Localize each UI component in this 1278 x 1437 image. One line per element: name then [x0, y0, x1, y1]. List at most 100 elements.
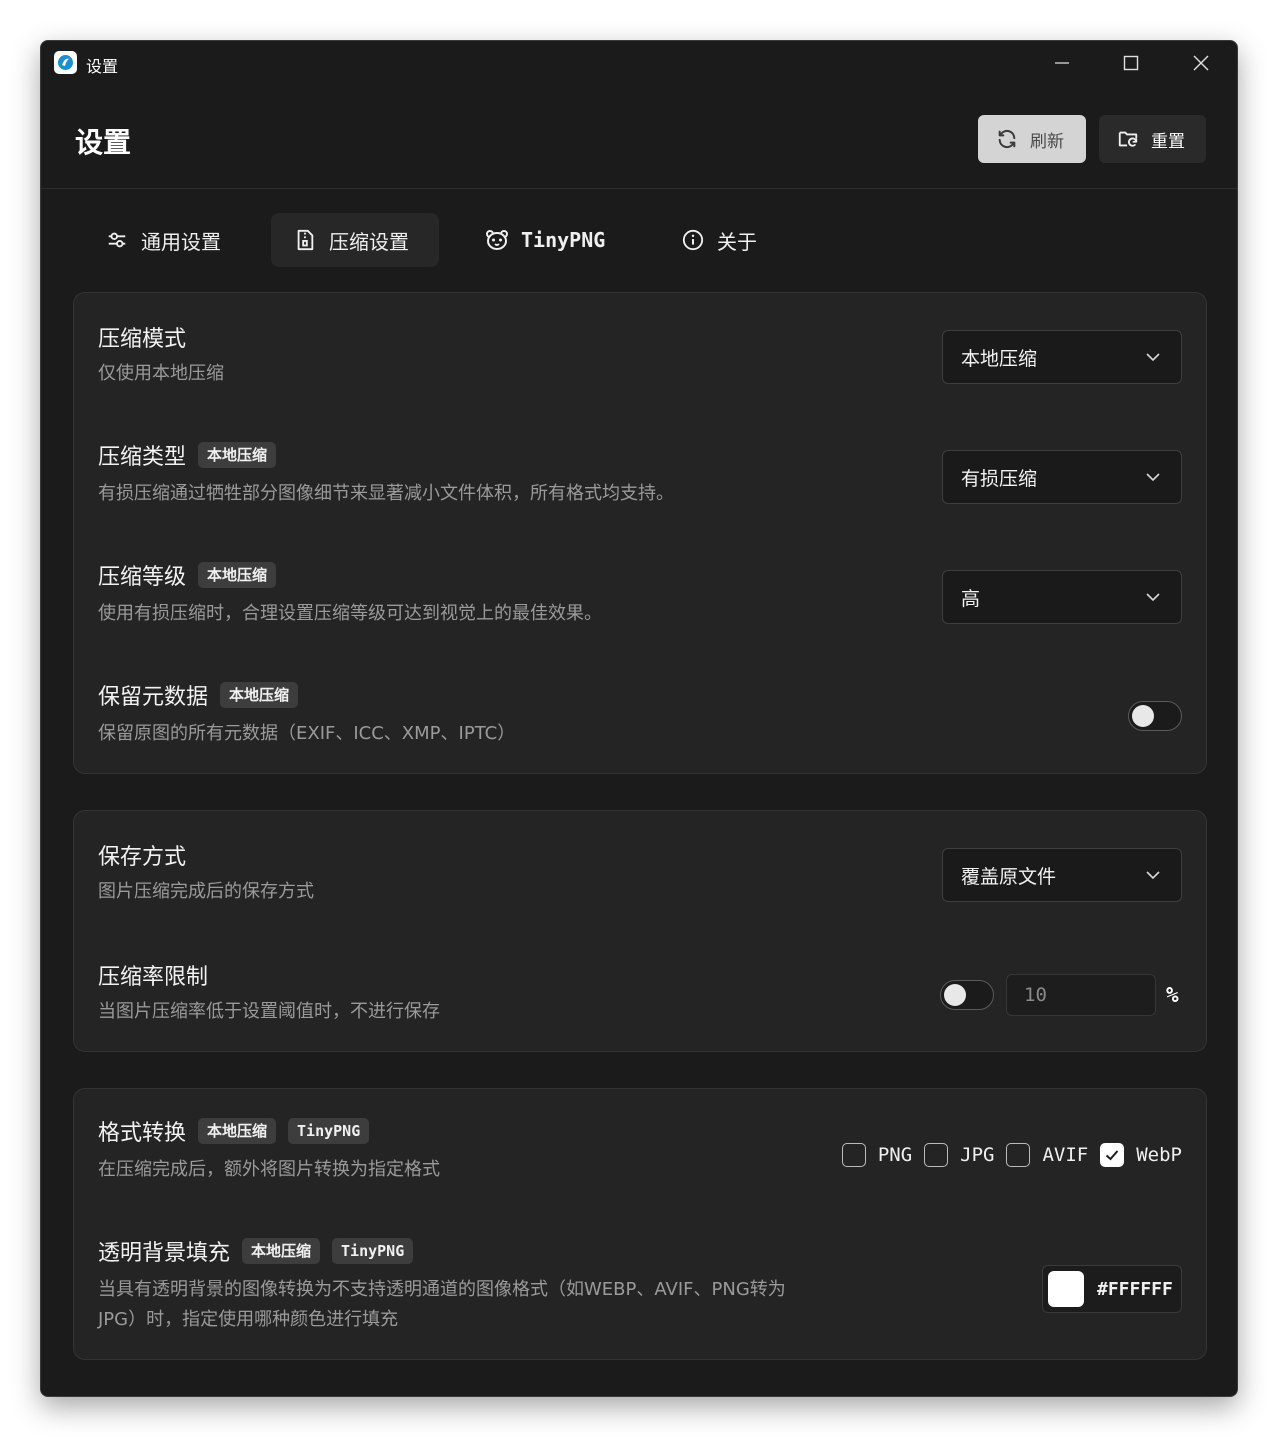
setting-row-metadata: 保留元数据 本地压缩 保留原图的所有元数据（EXIF、ICC、XMP、IPTC）: [74, 653, 1206, 773]
compression-type-select[interactable]: 有损压缩: [942, 450, 1182, 504]
badge-local: 本地压缩: [198, 1118, 277, 1144]
maximize-button[interactable]: [1097, 41, 1165, 85]
row-title: 保存方式: [98, 839, 186, 871]
reset-label: 重置: [1151, 131, 1185, 152]
row-title-text: 保存方式: [98, 845, 187, 870]
app-logo-icon: [54, 51, 77, 74]
folder-reset-icon: [1118, 131, 1138, 147]
row-title: 压缩模式: [98, 321, 186, 353]
checkbox-label: PNG: [877, 1144, 913, 1166]
row-desc: 在压缩完成后，额外将图片转换为指定格式: [98, 1159, 440, 1180]
checkbox-webp[interactable]: WebP: [1100, 1143, 1182, 1167]
checkbox-avif[interactable]: AVIF: [1006, 1143, 1088, 1167]
setting-row-ratio-limit: 压缩率限制 当图片压缩率低于设置阈值时，不进行保存 10 %: [74, 931, 1206, 1051]
setting-row-mode: 压缩模式 仅使用本地压缩 本地压缩: [74, 293, 1206, 413]
tab-bar: 通用设置 压缩设置 TinyPNG 关于: [41, 213, 1237, 267]
checkbox-box: [1006, 1143, 1031, 1167]
compression-level-select[interactable]: 高: [942, 570, 1182, 624]
row-title-text: 压缩模式: [98, 327, 187, 352]
tab-general[interactable]: 通用设置: [93, 213, 243, 267]
setting-row-save-method: 保存方式 图片压缩完成后的保存方式 覆盖原文件: [74, 811, 1206, 931]
row-title: 格式转换 本地压缩 TinyPNG: [98, 1115, 370, 1147]
color-hex-value: #FFFFFF: [1097, 1278, 1173, 1300]
row-title: 压缩等级 本地压缩: [98, 559, 277, 591]
checkmark-icon: [1106, 1150, 1119, 1161]
save-card: 保存方式 图片压缩完成后的保存方式 覆盖原文件 压缩率限制 当图片压缩率低于设置…: [73, 810, 1207, 1052]
row-title-text: 格式转换: [98, 1121, 187, 1146]
refresh-icon: [998, 129, 1016, 149]
compression-mode-select[interactable]: 本地压缩: [942, 330, 1182, 384]
setting-row-type: 压缩类型 本地压缩 有损压缩通过牺牲部分图像细节来显著减小文件体积，所有格式均支持…: [74, 413, 1206, 533]
row-title: 保留元数据 本地压缩: [98, 679, 299, 711]
close-icon: [1193, 55, 1209, 71]
row-desc: 使用有损压缩时，合理设置压缩等级可达到视觉上的最佳效果。: [98, 603, 602, 624]
select-value: 本地压缩: [961, 347, 1038, 370]
select-value: 高: [961, 587, 981, 610]
chevron-down-icon: [1146, 353, 1160, 362]
ratio-limit-input[interactable]: 10: [1006, 974, 1156, 1016]
select-value: 覆盖原文件: [961, 865, 1057, 888]
tab-compression[interactable]: 压缩设置: [271, 213, 439, 267]
row-desc: 当图片压缩率低于设置阈值时，不进行保存: [98, 1001, 440, 1022]
row-title-text: 压缩率限制: [98, 965, 209, 990]
tab-label: TinyPNG: [521, 228, 606, 252]
metadata-toggle[interactable]: [1128, 701, 1182, 731]
checkbox-label: AVIF: [1042, 1144, 1089, 1166]
page-header: 设置 刷新 重置: [41, 113, 1237, 187]
convert-card: 格式转换 本地压缩 TinyPNG 在压缩完成后，额外将图片转换为指定格式 PN…: [73, 1088, 1207, 1360]
tab-label: 压缩设置: [329, 229, 409, 254]
badge-local: 本地压缩: [198, 442, 277, 468]
format-checkbox-group: PNG JPG AVIF WebP: [830, 1143, 1182, 1167]
row-desc-line-2: JPG）时，指定使用哪种颜色进行填充: [98, 1309, 399, 1330]
title-bar: 设置: [41, 41, 1237, 85]
badge-local: 本地压缩: [242, 1238, 321, 1264]
row-desc: 图片压缩完成后的保存方式: [98, 881, 314, 902]
row-desc: 仅使用本地压缩: [98, 363, 224, 384]
row-desc: 保留原图的所有元数据（EXIF、ICC、XMP、IPTC）: [98, 723, 516, 744]
badge-tinypng: TinyPNG: [288, 1118, 370, 1144]
sliders-icon: [105, 228, 129, 252]
maximize-icon: [1123, 55, 1139, 71]
row-title: 透明背景填充 本地压缩 TinyPNG: [98, 1235, 414, 1267]
compression-card: 压缩模式 仅使用本地压缩 本地压缩 压缩类型 本地压缩 有损压缩通过牺牲部分图像细…: [73, 292, 1207, 774]
close-button[interactable]: [1167, 41, 1235, 85]
row-title-text: 压缩类型: [98, 445, 187, 470]
row-title-text: 透明背景填充: [98, 1241, 231, 1266]
setting-row-fill: 透明背景填充 本地压缩 TinyPNG 当具有透明背景的图像转换为不支持透明通道…: [74, 1209, 1206, 1359]
checkbox-label: JPG: [960, 1144, 995, 1166]
badge-local: 本地压缩: [198, 562, 277, 588]
header-divider: [41, 188, 1237, 189]
ratio-limit-toggle[interactable]: [940, 980, 994, 1010]
setting-row-level: 压缩等级 本地压缩 使用有损压缩时，合理设置压缩等级可达到视觉上的最佳效果。 高: [74, 533, 1206, 653]
info-icon: [681, 228, 705, 252]
save-method-select[interactable]: 覆盖原文件: [942, 848, 1182, 902]
chevron-down-icon: [1146, 871, 1160, 880]
ratio-unit: %: [1166, 983, 1179, 1007]
select-value: 有损压缩: [961, 467, 1038, 490]
checkbox-jpg[interactable]: JPG: [924, 1143, 994, 1167]
reset-button[interactable]: 重置: [1099, 115, 1206, 163]
row-title: 压缩率限制: [98, 959, 208, 991]
settings-window: 设置 设置 刷新 重置 通用设置 压缩设置 TinyPNG 关于 压缩模式 仅使…: [40, 40, 1238, 1397]
color-swatch[interactable]: [1048, 1271, 1084, 1307]
toggle-knob: [1132, 705, 1154, 727]
checkbox-box-checked: [1100, 1143, 1125, 1167]
badge-tinypng: TinyPNG: [332, 1238, 414, 1264]
panda-icon: [485, 228, 509, 252]
setting-row-format: 格式转换 本地压缩 TinyPNG 在压缩完成后，额外将图片转换为指定格式 PN…: [74, 1089, 1206, 1209]
row-desc: 有损压缩通过牺牲部分图像细节来显著减小文件体积，所有格式均支持。: [98, 483, 674, 504]
minimize-button[interactable]: [1028, 41, 1096, 85]
row-title: 压缩类型 本地压缩: [98, 439, 277, 471]
refresh-button[interactable]: 刷新: [978, 115, 1086, 163]
minimize-icon: [1055, 62, 1069, 64]
fill-color-picker[interactable]: #FFFFFF: [1042, 1265, 1182, 1313]
checkbox-png[interactable]: PNG: [841, 1143, 913, 1167]
checkbox-label: WebP: [1136, 1144, 1182, 1166]
row-title-text: 压缩等级: [98, 565, 187, 590]
badge-local: 本地压缩: [220, 682, 299, 708]
row-desc-line-1: 当具有透明背景的图像转换为不支持透明通道的图像格式（如WEBP、AVIF、PNG…: [98, 1279, 786, 1300]
tab-about[interactable]: 关于: [671, 213, 781, 267]
checkbox-box: [841, 1143, 866, 1167]
tab-tinypng[interactable]: TinyPNG: [475, 213, 625, 267]
toggle-knob: [944, 984, 966, 1006]
